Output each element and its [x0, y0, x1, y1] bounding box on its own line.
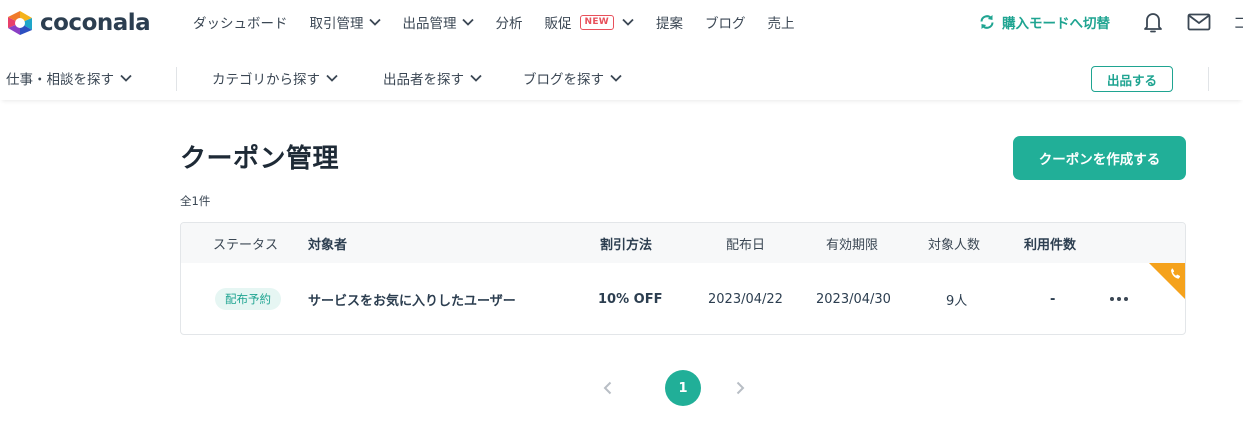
chevron-down-icon	[461, 18, 474, 26]
switch-to-buyer-mode-button[interactable]: 購入モードへ切替	[978, 0, 1110, 44]
chevron-down-icon	[368, 18, 381, 26]
sell-button[interactable]: 出品する	[1091, 66, 1173, 92]
result-count: 全1件	[180, 194, 211, 208]
nav-label: ダッシュボード	[193, 16, 288, 32]
phone-corner-icon[interactable]	[1149, 263, 1185, 299]
nav-listings[interactable]: 出品管理	[403, 12, 474, 32]
coconala-logo[interactable]: coconala	[5, 8, 151, 38]
divider	[176, 67, 177, 91]
subnav-label: 仕事・相談を探す	[6, 72, 114, 88]
table-header: ステータス 対象者 割引方法 配布日 有効期限 対象人数 利用件数	[181, 223, 1185, 263]
pagination: 1	[600, 370, 748, 406]
nav-dashboard[interactable]: ダッシュボード	[193, 12, 288, 32]
coupon-table: ステータス 対象者 割引方法 配布日 有効期限 対象人数 利用件数 配布予約 サ…	[180, 222, 1186, 335]
cell-discount: 10% OFF	[598, 291, 663, 307]
coconala-logo-mark	[8, 11, 32, 35]
cell-usage-count: -	[1050, 291, 1056, 307]
nav-promotion[interactable]: 販促 NEW	[545, 12, 635, 32]
subnav-label: 出品者を探す	[383, 72, 464, 88]
messages-button[interactable]	[1186, 9, 1212, 35]
logo-text: coconala	[40, 10, 151, 36]
cell-target: サービスをお気に入りしたユーザー	[308, 293, 516, 309]
col-header-target: 対象者	[308, 237, 348, 253]
chevron-down-icon	[120, 74, 132, 82]
sub-nav-bar: 仕事・相談を探す カテゴリから探す 出品者を探す ブログを探す 出品する	[0, 56, 1243, 100]
nav-analytics[interactable]: 分析	[496, 12, 523, 32]
status-badge: 配布予約	[215, 288, 281, 310]
cell-distribution-date: 2023/04/22	[708, 291, 783, 307]
refresh-icon	[980, 15, 994, 29]
nav-proposals[interactable]: 提案	[656, 12, 683, 32]
nav-label: 売上	[767, 16, 795, 32]
nav-label: 出品管理	[402, 16, 457, 32]
nav-label: ブログ	[705, 16, 746, 32]
col-header-target-count: 対象人数	[928, 237, 981, 253]
chevron-down-icon	[326, 74, 338, 82]
cell-expiry: 2023/04/30	[816, 291, 891, 307]
divider	[1208, 67, 1209, 91]
mode-switch-label: 購入モードへ切替	[1002, 16, 1110, 32]
top-header: coconala ダッシュボード 取引管理 出品管理 分析 販促 NEW 提案 …	[0, 0, 1243, 44]
cell-target-count: 9人	[946, 293, 968, 309]
chevron-left-icon	[603, 381, 612, 395]
chevron-down-icon	[470, 74, 482, 82]
prev-page-button[interactable]	[600, 370, 616, 406]
subnav-find-jobs[interactable]: 仕事・相談を探す	[6, 56, 132, 100]
col-header-expiry: 有効期限	[826, 237, 879, 253]
nav-label: 販促	[544, 16, 572, 32]
chevron-down-icon	[610, 74, 622, 82]
nav-label: 分析	[495, 16, 523, 32]
col-header-distribution-date: 配布日	[726, 237, 766, 253]
nav-transactions[interactable]: 取引管理	[310, 12, 381, 32]
notification-button[interactable]	[1140, 9, 1166, 35]
subnav-find-by-category[interactable]: カテゴリから探す	[212, 56, 338, 100]
chevron-right-icon	[736, 381, 745, 395]
cut-off-menu-text[interactable]: コ	[1233, 12, 1243, 33]
page-title: クーポン管理	[180, 144, 340, 174]
col-header-status: ステータス	[213, 237, 279, 253]
more-options-button[interactable]	[1110, 297, 1128, 301]
bell-icon	[1144, 13, 1162, 33]
main-nav: ダッシュボード 取引管理 出品管理 分析 販促 NEW 提案 ブログ 売上	[193, 0, 817, 44]
dot	[1110, 297, 1114, 301]
subnav-find-sellers[interactable]: 出品者を探す	[383, 56, 482, 100]
create-coupon-button[interactable]: クーポンを作成する	[1013, 136, 1186, 180]
nav-blog[interactable]: ブログ	[705, 12, 746, 32]
subnav-label: ブログを探す	[523, 72, 604, 88]
new-badge: NEW	[579, 14, 615, 30]
dot	[1117, 297, 1121, 301]
nav-label: 提案	[656, 16, 684, 32]
nav-label: 取引管理	[309, 16, 364, 32]
nav-sales[interactable]: 売上	[768, 12, 795, 32]
cell-actions	[1110, 263, 1128, 334]
col-header-discount: 割引方法	[600, 237, 653, 253]
subnav-find-blogs[interactable]: ブログを探す	[523, 56, 622, 100]
next-page-button[interactable]	[732, 370, 748, 406]
mail-icon	[1187, 13, 1211, 31]
subnav-label: カテゴリから探す	[212, 72, 320, 88]
dot	[1124, 297, 1128, 301]
col-header-usage-count: 利用件数	[1024, 237, 1077, 253]
cell-status: 配布予約	[215, 263, 281, 334]
page-number-current[interactable]: 1	[665, 370, 701, 406]
chevron-down-icon	[622, 18, 634, 26]
